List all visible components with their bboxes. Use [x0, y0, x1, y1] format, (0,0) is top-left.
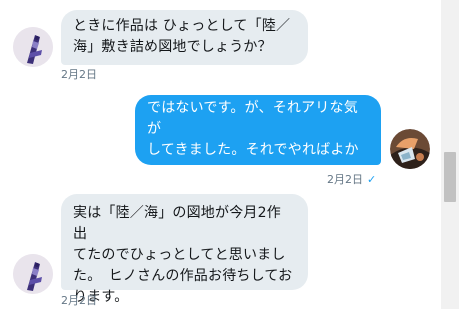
conversation-thread: ときに作品は ひょっとして「陸／ 海」敷き詰め図地でしょうか？ 2月2日 ではな… [0, 0, 459, 309]
avatar-image [13, 254, 53, 294]
incoming-message-bubble[interactable]: ときに作品は ひょっとして「陸／ 海」敷き詰め図地でしょうか？ [61, 10, 308, 65]
message-timestamp: 2月2日 [61, 292, 97, 308]
avatar-image [13, 27, 53, 67]
timestamp-text: 2月2日 [61, 294, 97, 307]
check-icon: ✓ [367, 173, 377, 186]
sender-avatar[interactable] [13, 27, 53, 67]
scrollbar-thumb[interactable] [444, 152, 456, 202]
scrollbar-track[interactable] [441, 0, 459, 309]
incoming-message-bubble[interactable]: 実は「陸／海」の図地が今月2作 出 てたのでひょっとしてと思いまし た。 ヒノさ… [61, 194, 308, 305]
sender-avatar[interactable] [13, 254, 53, 294]
avatar-image [390, 129, 430, 169]
message-timestamp: 2月2日 ✓ [327, 171, 376, 187]
timestamp-text: 2月2日 [61, 68, 97, 81]
outgoing-message-bubble[interactable]: ではないです。が、それアリな気が してきました。それでやればよかっ た… [135, 95, 381, 200]
message-timestamp: 2月2日 [61, 66, 97, 82]
timestamp-text: 2月2日 [327, 173, 363, 186]
own-avatar[interactable] [390, 129, 430, 169]
